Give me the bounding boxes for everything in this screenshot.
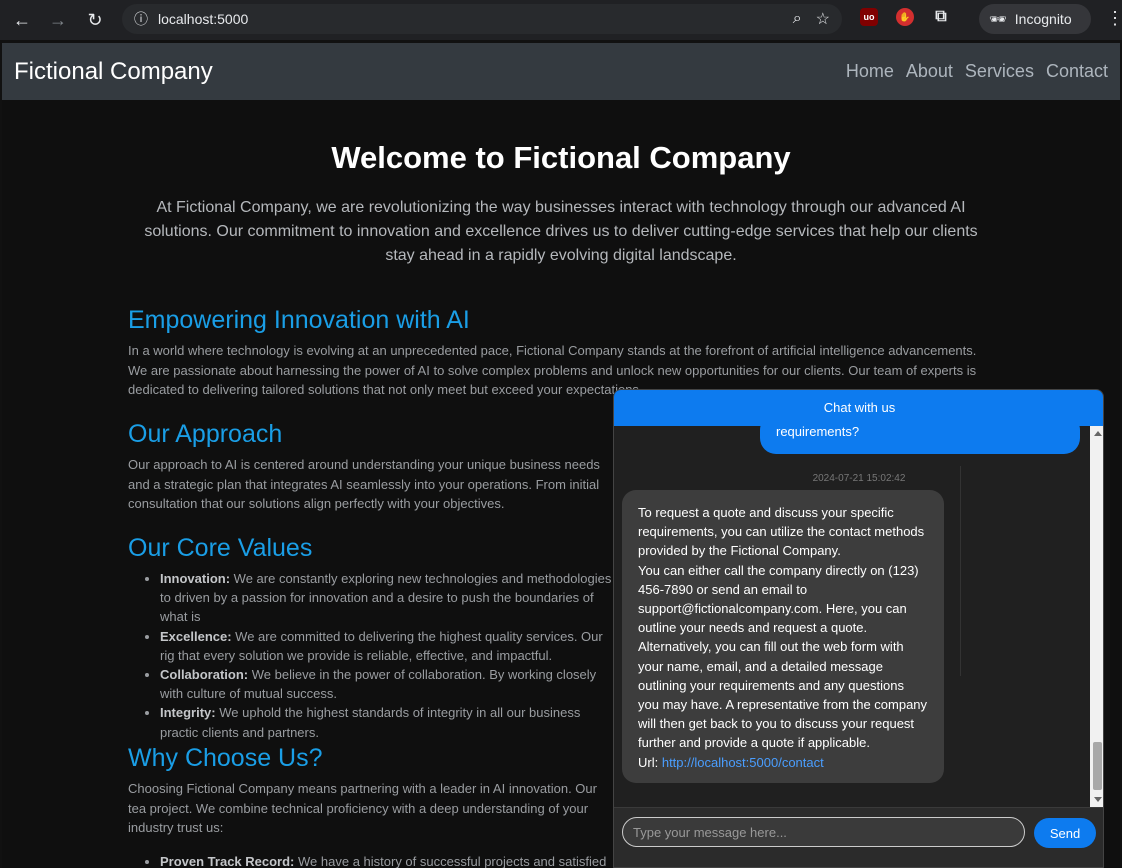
section-text: Our approach to AI is centered around un… <box>128 457 600 511</box>
nav-link-services[interactable]: Services <box>965 61 1034 82</box>
brand-name[interactable]: Fictional Company <box>14 58 213 86</box>
scroll-thumb[interactable] <box>1093 742 1102 790</box>
item-label: Innovation: <box>160 571 231 586</box>
chat-messages[interactable]: requirements? 2024-07-21 15:02:42 To req… <box>614 426 1090 807</box>
url-text[interactable]: localhost:5000 <box>158 11 248 27</box>
hand-extension-icon[interactable]: ✋ <box>896 8 914 26</box>
contact-url-link[interactable]: http://localhost:5000/contact <box>662 755 824 770</box>
hero-text: At Fictional Company, we are revolutioni… <box>144 199 978 264</box>
bot-message-line: You can either call the company directly… <box>638 562 928 751</box>
back-arrow-icon[interactable]: ← <box>4 2 40 38</box>
section-approach: Our Approach Our approach to AI is cente… <box>128 420 618 514</box>
section-title: Our Core Values <box>128 534 313 562</box>
bot-message-line: To request a quote and discuss your spec… <box>638 505 925 559</box>
bot-message-url-row: Url: http://localhost:5000/contact <box>638 753 928 772</box>
hero-title: Welcome to Fictional Company <box>331 140 791 175</box>
user-message-bubble: requirements? <box>760 426 1080 454</box>
list-item: Collaboration: We believe in the power o… <box>160 665 618 703</box>
url-label: Url: <box>638 754 659 770</box>
incognito-label: Incognito <box>1014 11 1072 27</box>
browser-menu-icon[interactable]: ⋮ <box>1106 8 1122 29</box>
forward-arrow-icon[interactable]: → <box>40 2 76 38</box>
zoom-icon[interactable]: ⌕ <box>793 10 802 28</box>
send-button[interactable]: Send <box>1034 818 1096 848</box>
nav-link-home[interactable]: Home <box>846 61 894 82</box>
bot-message-bubble: To request a quote and discuss your spec… <box>622 490 944 783</box>
section-why: Why Choose Us? Choosing Fictional Compan… <box>128 744 618 868</box>
section-text: Choosing Fictional Company means partner… <box>128 781 597 835</box>
address-bar[interactable]: ⓘ localhost:5000 ⌕ ☆ <box>122 4 842 34</box>
incognito-icon: 🕶 <box>989 10 1007 27</box>
nav-link-about[interactable]: About <box>906 61 953 82</box>
scroll-up-arrow-icon[interactable] <box>1094 431 1102 436</box>
section-title: Empowering Innovation with AI <box>128 306 470 334</box>
item-label: Proven Track Record: <box>160 853 295 868</box>
chat-header[interactable]: Chat with us <box>614 390 1103 426</box>
item-label: Integrity: <box>160 705 216 721</box>
why-list: Proven Track Record: We have a history o… <box>128 852 618 868</box>
nav-link-contact[interactable]: Contact <box>1046 61 1108 82</box>
section-title: Our Approach <box>128 420 283 448</box>
nav-links: Home About Services Contact <box>846 61 1108 82</box>
user-message-text: requirements? <box>776 426 860 439</box>
chat-input-area: Send <box>614 807 1103 867</box>
section-values: Our Core Values Innovation: We are const… <box>128 534 618 742</box>
chat-scrollbar[interactable] <box>1090 426 1103 807</box>
item-label: Collaboration: <box>160 667 249 683</box>
list-item: Integrity: We uphold the highest standar… <box>160 703 618 741</box>
list-item: Innovation: We are constantly exploring … <box>160 569 618 627</box>
divider <box>960 466 961 676</box>
bookmark-star-icon[interactable]: ☆ <box>816 9 830 29</box>
section-title: Why Choose Us? <box>128 744 323 772</box>
item-label: Excellence: <box>160 628 232 644</box>
message-timestamp: 2024-07-21 15:02:42 <box>812 473 906 484</box>
site-navbar: Fictional Company Home About Services Co… <box>2 43 1120 100</box>
ublock-extension-icon[interactable]: uo <box>860 8 878 26</box>
reload-icon[interactable]: ↻ <box>77 2 113 38</box>
item-text: We uphold the highest standards of integ… <box>160 705 581 740</box>
site-info-icon[interactable]: ⓘ <box>126 9 156 29</box>
list-item: Proven Track Record: We have a history o… <box>160 852 618 868</box>
chat-widget: Chat with us requirements? 2024-07-21 15… <box>613 389 1104 868</box>
scroll-down-arrow-icon[interactable] <box>1094 797 1102 802</box>
list-item: Excellence: We are committed to deliveri… <box>160 627 618 665</box>
values-list: Innovation: We are constantly exploring … <box>128 569 618 742</box>
extensions-puzzle-icon[interactable]: ⧉ <box>932 8 950 26</box>
incognito-indicator[interactable]: 🕶 Incognito <box>979 4 1091 34</box>
browser-toolbar: ← → ↻ ⓘ localhost:5000 ⌕ ☆ uo ✋ ⧉ 🕶 Inco… <box>0 0 1122 40</box>
section-innovation: Empowering Innovation with AI In a world… <box>128 306 992 400</box>
chat-message-input[interactable] <box>622 817 1025 847</box>
